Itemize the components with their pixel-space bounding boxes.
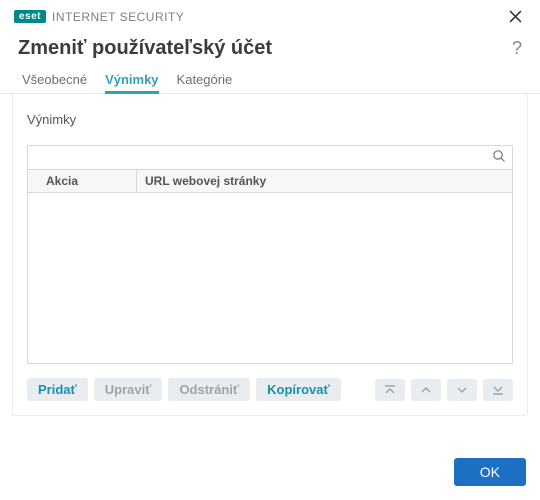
- tab-general[interactable]: Všeobecné: [22, 68, 87, 93]
- column-action[interactable]: Akcia: [28, 170, 137, 192]
- delete-button[interactable]: Odstrániť: [168, 378, 250, 401]
- action-buttons: Pridať Upraviť Odstrániť Kopírovať: [27, 378, 341, 401]
- reorder-buttons: [375, 379, 513, 401]
- button-label: OK: [480, 464, 500, 480]
- tab-bar: Všeobecné Výnimky Kategórie: [0, 68, 540, 94]
- move-up-button[interactable]: [411, 379, 441, 401]
- chevron-bottom-icon: [491, 384, 505, 396]
- header: Zmeniť používateľský účet ?: [0, 27, 540, 68]
- titlebar: eset INTERNET SECURITY: [0, 0, 540, 27]
- move-bottom-button[interactable]: [483, 379, 513, 401]
- section-label: Výnimky: [27, 112, 513, 127]
- brand-logo: eset: [14, 10, 46, 23]
- close-button[interactable]: [505, 8, 526, 25]
- tab-categories[interactable]: Kategórie: [177, 68, 233, 93]
- brand: eset INTERNET SECURITY: [14, 10, 184, 24]
- move-top-button[interactable]: [375, 379, 405, 401]
- button-label: Odstrániť: [179, 382, 239, 397]
- search-icon[interactable]: [492, 149, 506, 166]
- button-label: Pridať: [38, 382, 77, 397]
- tab-label: Kategórie: [177, 72, 233, 87]
- tab-exceptions[interactable]: Výnimky: [105, 68, 158, 93]
- ok-button[interactable]: OK: [454, 458, 526, 486]
- copy-button[interactable]: Kopírovať: [256, 378, 341, 401]
- add-button[interactable]: Pridať: [27, 378, 88, 401]
- help-icon: ?: [512, 38, 522, 58]
- search-input[interactable]: [34, 150, 492, 166]
- brand-product: INTERNET SECURITY: [52, 10, 184, 24]
- tab-label: Výnimky: [105, 72, 158, 87]
- table-header: Akcia URL webovej stránky: [27, 169, 513, 193]
- column-url[interactable]: URL webovej stránky: [137, 170, 512, 192]
- window: eset INTERNET SECURITY Zmeniť používateľ…: [0, 0, 540, 500]
- edit-button[interactable]: Upraviť: [94, 378, 163, 401]
- chevron-up-icon: [419, 384, 433, 396]
- content-card: Výnimky Akcia URL webovej stránky Pridať…: [12, 94, 528, 416]
- close-icon: [509, 10, 522, 23]
- table-body[interactable]: [27, 193, 513, 364]
- search-bar: [27, 145, 513, 169]
- page-title: Zmeniť používateľský účet: [18, 37, 272, 60]
- chevron-top-icon: [383, 384, 397, 396]
- chevron-down-icon: [455, 384, 469, 396]
- button-label: Kopírovať: [267, 382, 330, 397]
- button-row: Pridať Upraviť Odstrániť Kopírovať: [27, 378, 513, 401]
- move-down-button[interactable]: [447, 379, 477, 401]
- footer: OK: [454, 458, 526, 486]
- tab-label: Všeobecné: [22, 72, 87, 87]
- help-button[interactable]: ?: [512, 38, 522, 59]
- button-label: Upraviť: [105, 382, 152, 397]
